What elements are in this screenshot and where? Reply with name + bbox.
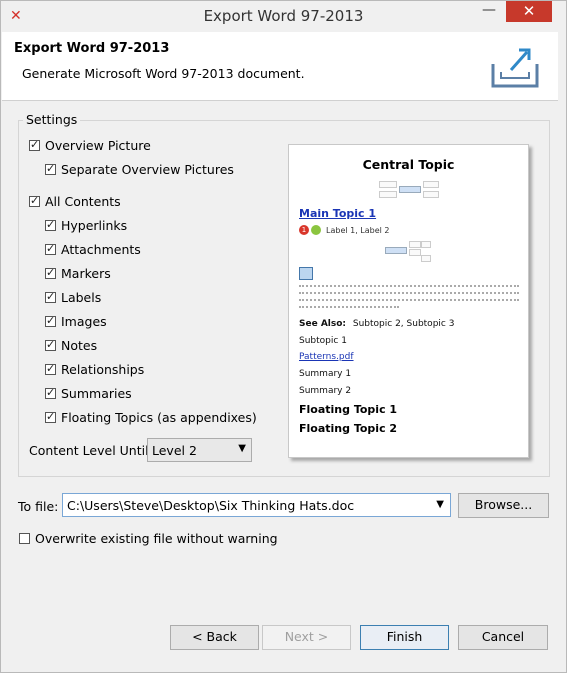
checkbox-label: Images [61, 314, 107, 329]
relationships-checkbox[interactable]: Relationships [45, 362, 144, 377]
checkbox-box[interactable] [45, 218, 56, 231]
preview-main-topic-link: Main Topic 1 [299, 207, 377, 220]
footer-divider [2, 604, 565, 605]
checkbox-label: Floating Topics (as appendixes) [61, 410, 257, 425]
checkbox-box[interactable] [45, 162, 56, 175]
browse-button[interactable]: Browse... [458, 493, 549, 518]
preview-floating-topic-2: Floating Topic 2 [299, 422, 398, 435]
markers-checkbox[interactable]: Markers [45, 266, 111, 281]
to-file-label: To file: [18, 499, 59, 514]
checkbox-box[interactable] [45, 338, 56, 351]
dialog-header: Export Word 97-2013 Generate Microsoft W… [2, 32, 558, 101]
image-icon [299, 267, 313, 280]
checkbox-label: All Contents [45, 194, 121, 209]
document-preview: Central Topic Main Topic 1 1 Label 1, La… [288, 144, 529, 458]
cancel-button[interactable]: Cancel [458, 625, 548, 650]
finish-button[interactable]: Finish [360, 625, 449, 650]
checkbox-box[interactable] [45, 242, 56, 255]
content-level-label: Content Level Until: [29, 443, 153, 458]
preview-floating-topic-1: Floating Topic 1 [299, 403, 398, 416]
checkbox-box[interactable] [45, 266, 56, 279]
checkbox-box[interactable] [45, 386, 56, 399]
checkbox-box[interactable] [19, 533, 30, 544]
checkbox-label: Summaries [61, 386, 132, 401]
checkbox-label: Overwrite existing file without warning [35, 531, 278, 546]
preview-summary-2: Summary 2 [299, 386, 352, 396]
close-button[interactable]: ✕ [506, 1, 552, 22]
notes-checkbox[interactable]: Notes [45, 338, 97, 353]
next-button[interactable]: Next > [262, 625, 351, 650]
settings-label: Settings [23, 112, 81, 127]
header-description: Generate Microsoft Word 97-2013 document… [22, 66, 305, 81]
checkbox-box[interactable] [45, 362, 56, 375]
checkbox-label: Relationships [61, 362, 145, 377]
checkbox-box[interactable] [29, 194, 40, 207]
checkbox-label: Markers [61, 266, 111, 281]
overview-picture-checkbox[interactable]: Overview Picture [29, 138, 151, 153]
preview-subtopic: Subtopic 1 [299, 336, 347, 346]
checkbox-label: Notes [61, 338, 98, 353]
overwrite-checkbox[interactable]: Overwrite existing file without warning [19, 531, 278, 546]
checkbox-label: Attachments [61, 242, 141, 257]
chevron-down-icon[interactable]: ▼ [436, 499, 444, 510]
images-checkbox[interactable]: Images [45, 314, 107, 329]
checkbox-box[interactable] [45, 410, 56, 423]
back-button[interactable]: < Back [170, 625, 259, 650]
checkbox-label: Separate Overview Pictures [61, 162, 234, 177]
see-also-label: See Also: [299, 319, 347, 329]
preview-central-topic: Central Topic [362, 157, 455, 172]
floating-topics-checkbox[interactable]: Floating Topics (as appendixes) [45, 410, 257, 425]
preview-labels: Label 1, Label 2 [326, 226, 390, 235]
checkbox-label: Hyperlinks [61, 218, 128, 233]
title-bar: ✕ Export Word 97-2013 — ✕ [1, 1, 566, 32]
minimize-icon[interactable]: — [474, 1, 504, 23]
checkbox-box[interactable] [29, 138, 40, 151]
hyperlinks-checkbox[interactable]: Hyperlinks [45, 218, 127, 233]
labels-checkbox[interactable]: Labels [45, 290, 101, 305]
header-title: Export Word 97-2013 [14, 41, 170, 56]
preview-summary-1: Summary 1 [299, 369, 352, 379]
content-level-value: Level 2 [152, 443, 197, 458]
summaries-checkbox[interactable]: Summaries [45, 386, 132, 401]
notes-placeholder-line [299, 285, 519, 289]
file-path-value[interactable]: C:\Users\Steve\Desktop\Six Thinking Hats… [67, 498, 354, 513]
notes-placeholder-line [299, 292, 519, 296]
checkbox-label: Labels [61, 290, 102, 305]
separate-overview-checkbox[interactable]: Separate Overview Pictures [45, 162, 234, 177]
all-contents-checkbox[interactable]: All Contents [29, 194, 121, 209]
export-dialog: ✕ Export Word 97-2013 — ✕ Export Word 97… [0, 0, 567, 673]
see-also-value: Subtopic 2, Subtopic 3 [352, 319, 455, 329]
chevron-down-icon: ▼ [238, 443, 246, 454]
attachments-checkbox[interactable]: Attachments [45, 242, 141, 257]
file-path-combobox[interactable]: C:\Users\Steve\Desktop\Six Thinking Hats… [62, 493, 451, 517]
checkbox-label: Overview Picture [45, 138, 151, 153]
checkbox-box[interactable] [45, 290, 56, 303]
content-level-select[interactable]: Level 2 ▼ [147, 438, 252, 462]
checkbox-box[interactable] [45, 314, 56, 327]
priority-1-icon: 1 [299, 225, 309, 235]
export-icon [491, 48, 539, 88]
smiley-icon [311, 225, 321, 235]
notes-placeholder-line [299, 306, 399, 310]
preview-attachment-link: Patterns.pdf [299, 352, 354, 362]
preview-see-also: See Also: Subtopic 2, Subtopic 3 [299, 319, 454, 329]
notes-placeholder-line [299, 299, 519, 303]
